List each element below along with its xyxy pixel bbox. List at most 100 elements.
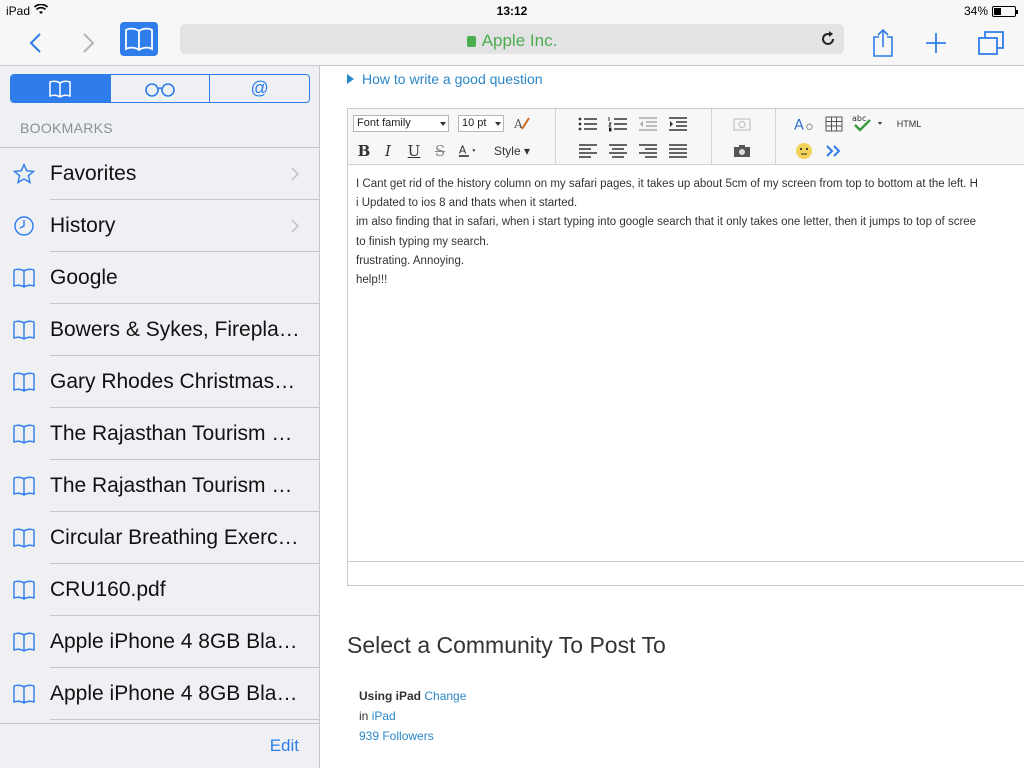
editor-toolbar: Font family 10 pt A B I U S A Style ▾ A … <box>348 109 1024 165</box>
forward-button[interactable] <box>74 26 104 60</box>
bookmark-item[interactable]: Circular Breathing Exerci… <box>0 512 320 564</box>
page-content: How to write a good question Font family… <box>321 66 1024 768</box>
followers-link[interactable]: 939 Followers <box>359 729 434 743</box>
bookmarks-header: BOOKMARKS <box>20 120 113 136</box>
bookmarks-list: Favorites History Google Bowers & Sykes, Fi… <box>0 148 320 720</box>
in-label: in <box>359 709 369 723</box>
align-left-button[interactable] <box>578 141 598 161</box>
back-button[interactable] <box>20 26 50 60</box>
toolbar-group-text: Font family 10 pt A B I U S A Style ▾ <box>348 109 556 165</box>
tab-reading-list[interactable] <box>111 75 211 102</box>
bold-button[interactable]: B <box>354 141 374 161</box>
font-family-select[interactable]: Font family <box>353 115 449 132</box>
font-styles-button[interactable]: A <box>794 114 814 134</box>
battery-icon <box>992 5 1018 17</box>
bookmark-label: History <box>50 214 116 237</box>
numbered-list-button[interactable] <box>608 114 628 134</box>
tab-bookmarks[interactable] <box>11 75 111 102</box>
clear-format-button[interactable]: A <box>512 113 532 133</box>
bullet-list-icon <box>578 117 597 131</box>
book-icon <box>12 422 36 446</box>
double-chevron-right-icon <box>826 145 841 157</box>
book-icon <box>12 370 36 394</box>
more-tools-button[interactable] <box>824 141 844 161</box>
community-link[interactable]: iPad <box>372 709 396 723</box>
dropdown-arrow-icon <box>440 122 446 126</box>
rich-text-editor: Font family 10 pt A B I U S A Style ▾ A … <box>347 108 1024 586</box>
font-size-select[interactable]: 10 pt <box>458 115 504 132</box>
howto-link-label: How to write a good question <box>362 71 543 87</box>
align-right-button[interactable] <box>638 141 658 161</box>
bookmark-item[interactable]: The Rajasthan Tourism E… <box>0 408 320 460</box>
camera-icon <box>734 145 750 157</box>
bookmarks-button[interactable] <box>120 22 158 56</box>
align-right-icon <box>639 144 657 158</box>
share-icon <box>873 28 893 57</box>
bookmark-item[interactable]: Google <box>0 252 320 304</box>
bookmark-item[interactable]: History <box>0 200 320 252</box>
editor-status-bar <box>348 561 1024 585</box>
text-color-button[interactable]: A <box>458 141 478 161</box>
book-icon <box>49 80 72 98</box>
bookmark-item[interactable]: Gary Rhodes Christmas… <box>0 356 320 408</box>
book-icon <box>12 266 36 290</box>
bookmark-item[interactable]: The Rajasthan Tourism E… <box>0 460 320 512</box>
book-icon <box>12 630 36 654</box>
reload-button[interactable] <box>818 29 838 49</box>
url-text: Apple Inc. <box>481 31 558 50</box>
style-label: Style <box>493 144 521 158</box>
editor-body[interactable]: I Cant get rid of the history column on … <box>356 175 1024 290</box>
divider <box>50 719 320 720</box>
editor-line: help!!! <box>356 274 388 287</box>
toolbar-group-media <box>712 109 776 165</box>
share-button[interactable] <box>866 26 900 60</box>
bookmark-item[interactable]: Favorites <box>0 148 320 200</box>
spellcheck-button[interactable]: abc <box>852 113 886 133</box>
text-color-icon: A <box>458 144 476 157</box>
tabs-button[interactable] <box>972 26 1010 60</box>
underline-button[interactable]: U <box>404 141 424 161</box>
insert-table-button[interactable] <box>824 114 844 134</box>
align-center-icon <box>609 144 627 158</box>
bullet-list-button[interactable] <box>578 114 598 134</box>
bookmark-item[interactable]: Apple iPhone 4 8GB Bla… <box>0 668 320 720</box>
book-icon <box>12 526 36 550</box>
bookmark-item[interactable]: CRU160.pdf <box>0 564 320 616</box>
style-button[interactable]: Style ▾ <box>492 141 532 161</box>
reload-icon <box>822 31 834 45</box>
svg-text:A: A <box>513 117 523 131</box>
community-title: Select a Community To Post To <box>347 632 666 658</box>
book-icon <box>125 27 153 51</box>
insert-photo-button[interactable] <box>732 141 752 161</box>
align-justify-button[interactable] <box>668 141 688 161</box>
change-link[interactable]: Change <box>424 689 466 703</box>
bookmark-item[interactable]: Bowers & Sykes, Firepla… <box>0 304 320 356</box>
book-icon <box>12 682 36 706</box>
tab-shared-links[interactable]: @ <box>210 75 309 102</box>
svg-text:abc: abc <box>852 114 866 123</box>
outdent-icon <box>639 117 657 131</box>
book-icon <box>12 318 36 342</box>
status-bar: iPad 13:12 34% <box>0 0 1024 22</box>
emoticon-button[interactable] <box>794 141 814 161</box>
bookmark-label: Bowers & Sykes, Firepla… <box>50 318 300 341</box>
strikethrough-button[interactable]: S <box>430 141 450 161</box>
howto-link[interactable]: How to write a good question <box>347 71 543 87</box>
new-tab-button[interactable] <box>918 26 954 60</box>
edit-button[interactable]: Edit <box>270 736 299 756</box>
align-center-button[interactable] <box>608 141 628 161</box>
divider <box>0 723 319 724</box>
italic-button[interactable]: I <box>378 141 398 161</box>
html-button[interactable]: HTML <box>894 114 924 134</box>
bookmark-item[interactable]: Apple iPhone 4 8GB Bla… <box>0 616 320 668</box>
tabs-icon <box>978 31 1004 55</box>
editor-line: im also finding that in safari, when i s… <box>356 216 977 229</box>
insert-image-button[interactable] <box>732 114 752 134</box>
bookmark-label: CRU160.pdf <box>50 578 166 601</box>
battery-fill <box>994 7 1001 15</box>
community-info: Using iPad Change in iPad 939 Followers <box>359 686 466 746</box>
outdent-button[interactable] <box>638 114 658 134</box>
star-icon <box>12 162 36 186</box>
address-bar[interactable]: Apple Inc. <box>180 24 844 54</box>
indent-button[interactable] <box>668 114 688 134</box>
